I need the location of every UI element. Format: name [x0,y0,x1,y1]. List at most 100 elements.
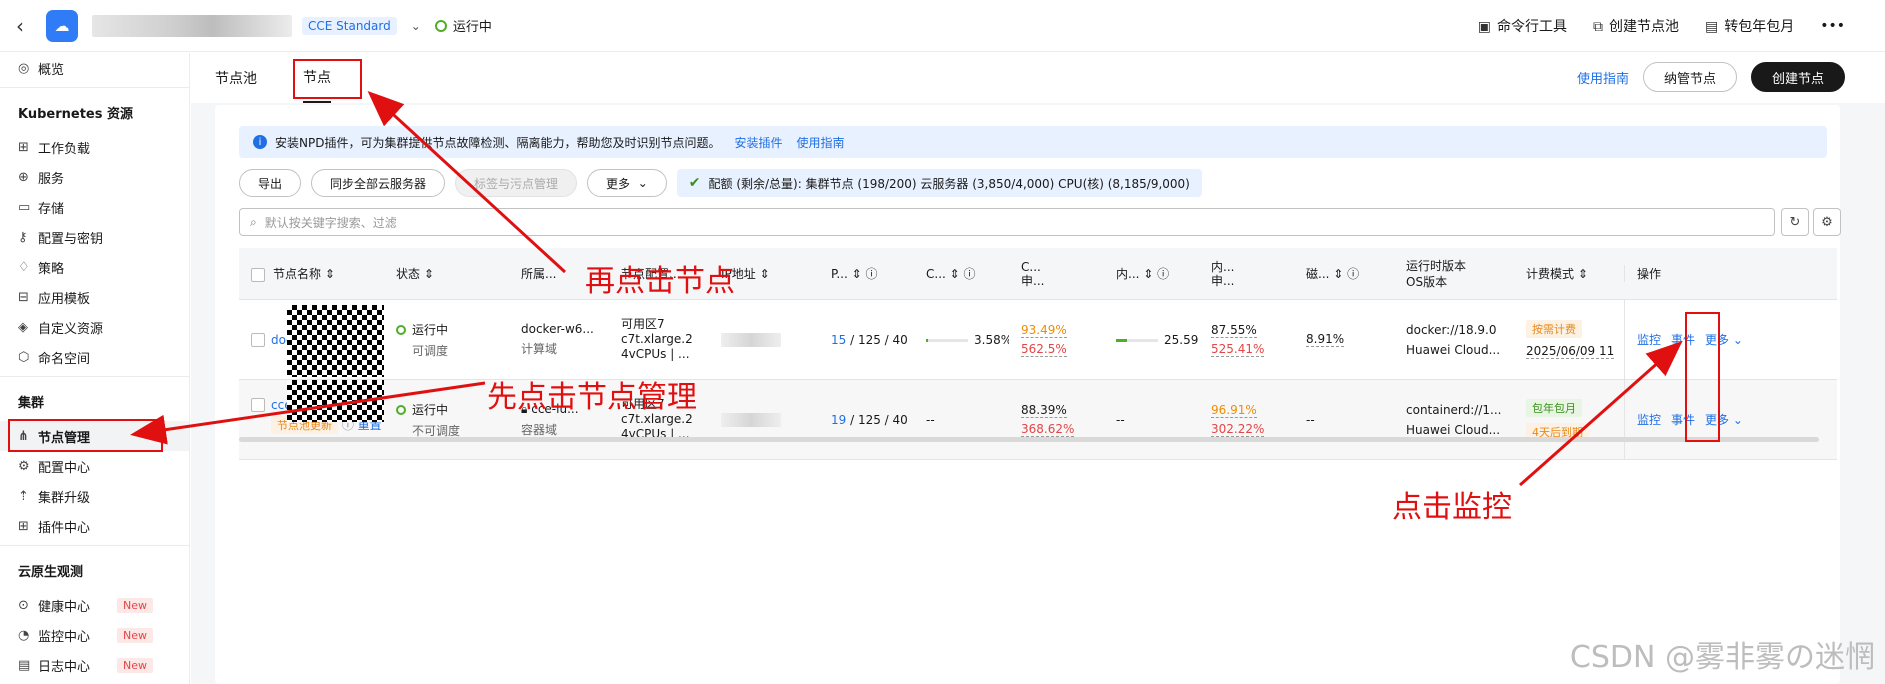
sidebar-item-plugins[interactable]: ⊞ 插件中心 [0,511,189,541]
chevron-down-icon[interactable]: ⌄ [411,19,421,33]
convert-billing-button[interactable]: ▤ 转包年包月 [1705,16,1794,36]
sidebar-item-log-center[interactable]: ▤ 日志中心 New [0,650,189,680]
pool-name[interactable]: docker-w6... [521,322,609,336]
sidebar-item-health-center[interactable]: ⊙ 健康中心 New [0,590,189,620]
more-actions-button[interactable]: ••• [1820,18,1845,34]
quota-info: ✔ 配额 (剩余/总量): 集群节点 (198/200) 云服务器 (3,850/… [676,169,1202,197]
col-cpu[interactable]: C... ⇕ ⓘ [914,265,1009,282]
row-checkbox[interactable] [251,397,265,412]
monitor-link[interactable]: 监控 [1637,331,1661,348]
cloud-upload-icon: ⇡ [18,488,29,504]
guide-link[interactable]: 使用指南 [1577,68,1629,87]
pods-used[interactable]: 15 [831,333,846,347]
status-cell: 运行中 可调度 [384,321,509,359]
sidebar-item-config-center[interactable]: ⚙ 配置中心 [0,451,189,481]
horizontal-scrollbar[interactable] [239,437,1819,442]
node-name-cell: cce 节点池更新 ⓘ 重置 [239,379,384,460]
cpu-req-cell: 88.39% 368.62% [1009,403,1104,437]
sidebar-item-label: 服务 [38,171,65,187]
refresh-button[interactable]: ↻ [1781,208,1809,236]
sidebar-item-policy[interactable]: ♢ 策略 [0,252,189,282]
chevron-left-icon[interactable]: ‹ [16,14,40,38]
pods-capacity: / 125 / 40 [846,332,908,347]
node-name-cell: doc [239,300,384,380]
settings-button[interactable]: ⚙ [1813,208,1841,236]
sidebar-item-storage[interactable]: ▭ 存储 [0,192,189,222]
sidebar-item-monitor-center[interactable]: ◔ 监控中心 New [0,620,189,650]
status-text: 运行中 [412,322,449,337]
cpu-req-cell: 93.49% 562.5% [1009,323,1104,357]
new-badge: New [117,627,153,643]
billing-icon: ▤ [1704,19,1719,35]
sidebar-item-namespaces[interactable]: ⬡ 命名空间 [0,342,189,372]
col-billing[interactable]: 计费模式 ⇕ [1514,265,1624,282]
pool-domain: 计算域 [521,342,558,356]
create-node-button[interactable]: 创建节点 [1750,62,1845,92]
redacted-mask [287,379,384,422]
sidebar-item-label: 集群升级 [38,490,91,506]
sidebar-item-workloads[interactable]: ⊞ 工作负载 [0,132,189,162]
mem-limit: 302.22% [1211,421,1265,437]
runtime-cell: docker://18.9.0 Huawei Cloud... [1394,323,1514,357]
sidebar-item-services[interactable]: ⊕ 服务 [0,162,189,192]
sidebar-item-label: 配置与密钥 [38,231,104,247]
watermark: CSDN @雾非雾の迷惘 [1569,640,1875,675]
col-cpu-req[interactable]: C... 申... [1009,260,1104,288]
more-dropdown[interactable]: 更多 ⌄ [587,169,667,197]
sidebar-item-custom-resources[interactable]: ◈ 自定义资源 [0,312,189,342]
status-text: 运行中 [412,402,449,417]
sidebar: ◎ 概览 Kubernetes 资源 ⊞ 工作负载 ⊕ 服务 ▭ 存储 ⚷ 配置与密钥 ♢… [0,53,190,684]
col-mem[interactable]: 内... ⇕ ⓘ [1104,265,1199,282]
annotation-box-nodes-tab [293,59,362,99]
mem-usage-fill [1116,338,1127,342]
overview-icon: ◎ [18,60,30,76]
tab-actions: 使用指南 纳管节点 创建节点 [1577,62,1845,92]
billing-cell: 按需计费 2025/06/09 11 [1514,320,1624,359]
sync-servers-button[interactable]: 同步全部云服务器 [311,169,446,197]
cli-tool-button[interactable]: ▣ 命令行工具 [1478,16,1567,36]
sidebar-item-cluster-upgrade[interactable]: ⇡ 集群升级 [0,481,189,511]
col-name[interactable]: 节点名称 ⇕ [239,265,384,282]
storage-icon: ▭ [18,199,31,215]
select-all-checkbox[interactable] [251,267,265,282]
row-checkbox[interactable] [251,332,265,347]
sidebar-item-config-secrets[interactable]: ⚷ 配置与密钥 [0,222,189,252]
notice-guide-link[interactable]: 使用指南 [796,134,844,151]
col-disk[interactable]: 磁... ⇕ ⓘ [1294,265,1394,282]
install-plugin-link[interactable]: 安装插件 [734,134,782,151]
quota-text: 配额 (剩余/总量): 集群节点 (198/200) 云服务器 (3,850/4… [708,176,1190,191]
os-version: Huawei Cloud... [1406,342,1501,357]
schedule-status: 不可调度 [412,423,461,438]
sidebar-item-templates[interactable]: ⊟ 应用模板 [0,282,189,312]
col-label: 内... [1116,267,1140,281]
pods-cell: 15 / 125 / 40 [819,333,914,347]
labels-taints-button[interactable]: 标签与污点管理 [455,169,578,197]
sidebar-item-label: 监控中心 [38,629,91,645]
col-status[interactable]: 状态 ⇕ [384,265,509,282]
manage-node-button[interactable]: 纳管节点 [1642,62,1737,92]
spec-zone: 可用区7 [621,317,665,331]
col-pods[interactable]: P... ⇕ ⓘ [819,265,914,282]
table-row: doc 运行中 可调度 docker-w6... 计算域 可用区7 c7t.xl… [239,299,1837,380]
export-button[interactable]: 导出 [239,169,302,197]
create-node-pool-button[interactable]: ⧉ 创建节点池 [1593,16,1679,36]
cpu-cell: 3.58% [914,333,1009,347]
node-table: 节点名称 ⇕ 状态 ⇕ 所属... 节点配置... IP地址 ⇕ P... ⇕ … [239,248,1837,460]
search-input[interactable]: ⌕ 默认按关键字搜索、过滤 [239,208,1775,236]
sidebar-item-label: 健康中心 [38,599,91,615]
pods-used[interactable]: 19 [831,413,846,427]
mem-usage-bar [1116,338,1158,342]
bulb-icon: ♢ [18,259,30,275]
col-label: P... [831,267,848,281]
node-pool-icon: ⧉ [1592,19,1603,35]
sidebar-item-overview[interactable]: ◎ 概览 [0,53,189,83]
new-badge: New [117,657,153,673]
col-mem-req[interactable]: 内... 申... [1199,260,1294,288]
cpu-request: 88.39% [1021,402,1067,418]
ip-redacted [721,332,781,347]
node-list-panel: i 安装NPD插件，可为集群提供节点故障检测、隔离能力，帮助您及时识别节点问题。… [215,105,1841,684]
runtime-version: containerd://1... [1406,402,1502,417]
mem-req-cell: 87.55% 525.41% [1199,323,1294,357]
tab-node-pool[interactable]: 节点池 [215,53,257,103]
monitor-link[interactable]: 监控 [1637,411,1661,428]
